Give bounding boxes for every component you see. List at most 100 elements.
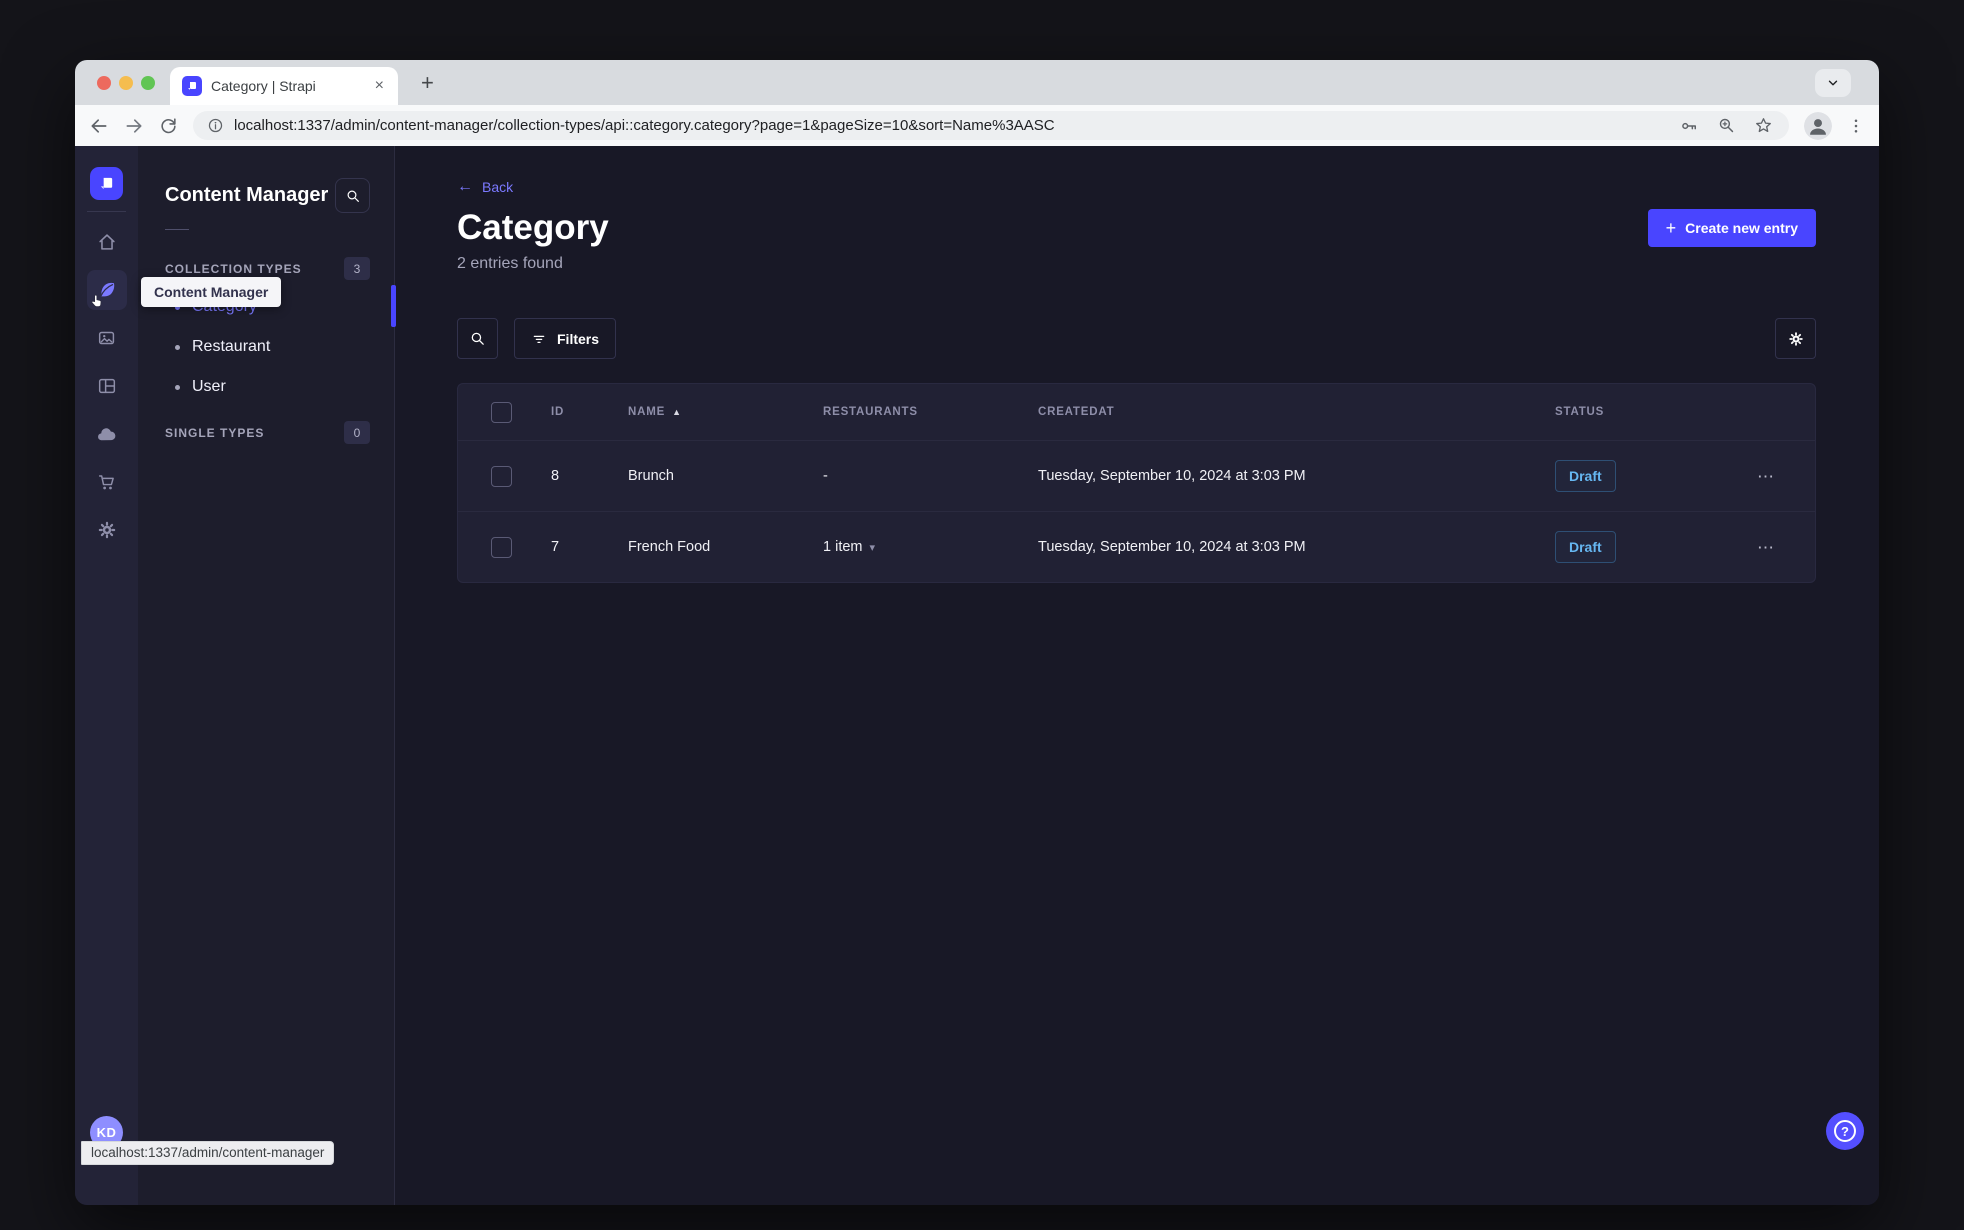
desktop: Category | Strapi × + localhost:1337/adm… — [0, 0, 1964, 1230]
browser-toolbar: localhost:1337/admin/content-manager/col… — [75, 105, 1879, 146]
nav-media-library-button[interactable] — [87, 318, 127, 358]
browser-tab[interactable]: Category | Strapi × — [170, 67, 398, 105]
password-manager-icon[interactable] — [1679, 116, 1699, 136]
section-label: SINGLE TYPES — [165, 425, 265, 440]
back-button[interactable] — [89, 116, 109, 136]
link-status-bar: localhost:1337/admin/content-manager — [81, 1141, 335, 1165]
url-text: localhost:1337/admin/content-manager/col… — [234, 117, 1055, 134]
column-header-name[interactable]: NAME ▲ — [628, 406, 823, 418]
sidebar-item-restaurant[interactable]: Restaurant — [165, 327, 370, 367]
cell-id: 8 — [551, 468, 560, 484]
column-header-status[interactable]: STATUS — [1555, 406, 1715, 418]
mouse-cursor-hand — [89, 293, 104, 309]
back-link[interactable]: ← Back — [457, 178, 514, 196]
cell-name: Brunch — [628, 468, 674, 484]
cell-id: 7 — [551, 539, 560, 555]
filters-button[interactable]: Filters — [514, 318, 617, 359]
create-new-entry-button[interactable]: + Create new entry — [1647, 209, 1816, 247]
search-icon — [471, 332, 484, 345]
status-badge: Draft — [1555, 460, 1616, 492]
subnav-title: Content Manager — [165, 184, 329, 206]
entries-table: ID NAME ▲ RESTAURANTS CREATEDAT STATUS 8 — [457, 383, 1816, 583]
table-header-row: ID NAME ▲ RESTAURANTS CREATEDAT STATUS — [458, 384, 1815, 440]
bullet-icon — [175, 384, 180, 390]
main-nav-rail: KD — [75, 146, 138, 1205]
select-all-checkbox[interactable] — [491, 401, 512, 423]
cell-restaurants-dropdown[interactable]: 1 item ▾ — [823, 539, 1038, 555]
layout-icon — [98, 378, 115, 394]
row-checkbox[interactable] — [491, 536, 512, 558]
browser-profile-avatar[interactable] — [1804, 111, 1832, 140]
filter-icon — [533, 335, 545, 343]
strapi-favicon — [182, 76, 202, 96]
url-bar[interactable]: localhost:1337/admin/content-manager/col… — [193, 111, 1789, 140]
section-count-badge: 3 — [344, 257, 370, 280]
subnav-divider — [165, 229, 189, 230]
bookmark-star-icon[interactable] — [1754, 116, 1773, 135]
nav-content-manager-button[interactable] — [86, 270, 127, 310]
strapi-app: KD Content Manager COLLECTION TYPES 3 Re… — [75, 146, 1879, 1205]
search-button[interactable] — [457, 318, 498, 359]
minimize-window-button[interactable] — [119, 76, 133, 90]
nav-marketplace-button[interactable] — [87, 462, 127, 502]
column-header-createdat[interactable]: CREATEDAT — [1038, 406, 1555, 418]
tab-close-icon[interactable]: × — [371, 76, 388, 96]
caret-down-icon: ▾ — [869, 541, 876, 554]
nav-settings-button[interactable] — [87, 510, 127, 550]
gear-icon — [98, 521, 115, 539]
window-controls — [97, 76, 155, 90]
table-row[interactable]: 7 French Food 1 item ▾ Tuesday, Septembe… — [458, 511, 1815, 582]
cell-name: French Food — [628, 539, 711, 555]
column-header-restaurants[interactable]: RESTAURANTS — [823, 406, 1038, 418]
home-icon — [98, 234, 115, 250]
browser-window: Category | Strapi × + localhost:1337/adm… — [75, 60, 1879, 1205]
plus-icon: + — [1665, 218, 1677, 238]
back-arrow-icon: ← — [457, 178, 473, 195]
section-label: COLLECTION TYPES — [165, 261, 302, 276]
maximize-window-button[interactable] — [141, 76, 155, 90]
cell-createdat: Tuesday, September 10, 2024 at 3:03 PM — [1038, 539, 1306, 555]
gear-icon — [1788, 331, 1803, 346]
section-count-badge: 0 — [344, 421, 370, 444]
page-title: Category — [457, 208, 609, 247]
chevron-down-icon — [1828, 80, 1838, 86]
table-settings-button[interactable] — [1775, 318, 1816, 359]
active-page-indicator — [391, 285, 396, 327]
sort-asc-icon: ▲ — [672, 407, 682, 417]
main-content: ← Back Category 2 entries found + Create… — [395, 146, 1879, 1205]
status-badge: Draft — [1555, 531, 1616, 563]
rail-divider — [87, 211, 126, 212]
shopping-cart-icon — [98, 475, 114, 490]
tab-title: Category | Strapi — [211, 78, 316, 94]
zoom-icon[interactable] — [1717, 116, 1736, 135]
column-header-id[interactable]: ID — [551, 406, 628, 418]
question-mark-icon: ? — [1834, 1120, 1856, 1142]
cell-restaurants: - — [823, 468, 828, 484]
table-row[interactable]: 8 Brunch - Tuesday, September 10, 2024 a… — [458, 440, 1815, 511]
row-menu-button[interactable]: ⋯ — [1757, 539, 1775, 556]
new-tab-button[interactable]: + — [415, 69, 440, 97]
browser-menu-icon[interactable] — [1847, 117, 1865, 135]
bullet-icon — [175, 344, 180, 350]
forward-button[interactable] — [124, 116, 144, 136]
row-menu-button[interactable]: ⋯ — [1757, 468, 1775, 485]
tab-search-button[interactable] — [1815, 69, 1851, 97]
media-library-icon — [98, 331, 114, 345]
entries-count: 2 entries found — [457, 255, 563, 272]
help-button[interactable]: ? — [1826, 1112, 1864, 1150]
site-info-icon[interactable] — [207, 117, 224, 134]
subnav-search-button[interactable] — [335, 178, 370, 213]
nav-cloud-button[interactable] — [87, 414, 127, 454]
cell-createdat: Tuesday, September 10, 2024 at 3:03 PM — [1038, 468, 1306, 484]
strapi-logo[interactable] — [90, 167, 123, 200]
cloud-icon — [98, 427, 116, 440]
row-checkbox[interactable] — [491, 465, 512, 487]
reload-button[interactable] — [159, 116, 178, 135]
tab-strip: Category | Strapi × + — [75, 60, 1879, 105]
single-types-section: SINGLE TYPES 0 — [165, 421, 370, 444]
close-window-button[interactable] — [97, 76, 111, 90]
sidebar-item-user[interactable]: User — [165, 367, 370, 407]
nav-content-type-builder-button[interactable] — [87, 366, 127, 406]
back-label: Back — [482, 179, 514, 195]
nav-home-button[interactable] — [87, 222, 127, 262]
